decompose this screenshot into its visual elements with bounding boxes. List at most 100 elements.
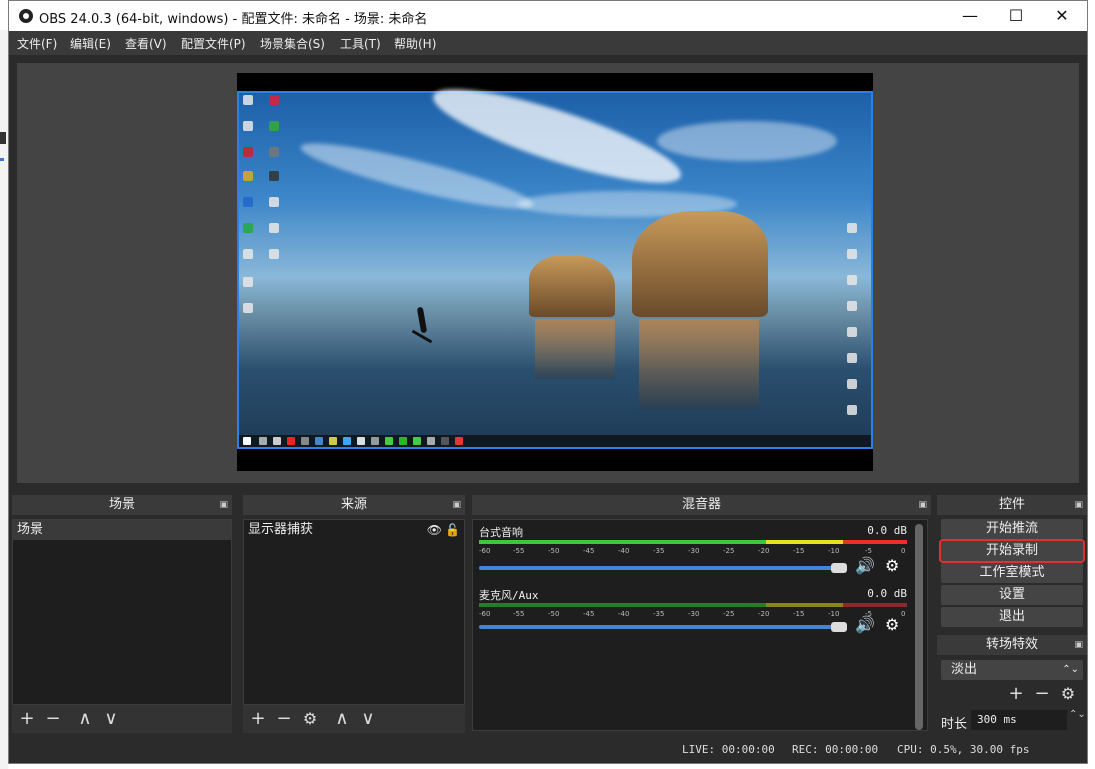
move-source-down-button[interactable]: ∨ — [357, 708, 379, 730]
menu-scene-collection[interactable]: 场景集合(S) — [260, 35, 325, 52]
sources-toolbar: + − ⚙ ∧ ∨ — [243, 705, 465, 733]
mixer-dock-header: 混音器 ▣ — [472, 495, 931, 515]
float-dock-icon[interactable]: ▣ — [1074, 495, 1083, 515]
background-accent — [0, 158, 4, 161]
remove-scene-button[interactable]: − — [42, 708, 64, 730]
window-title: OBS 24.0.3 (64-bit, windows) - 配置文件: 未命名… — [39, 12, 428, 27]
scale-tick: -30 — [688, 547, 700, 555]
menu-profile[interactable]: 配置文件(P) — [181, 35, 246, 52]
preview-area[interactable] — [17, 63, 1079, 483]
channel-settings-gear-icon[interactable]: ⚙ — [885, 615, 899, 634]
source-properties-gear-icon[interactable]: ⚙ — [299, 708, 321, 730]
transitions-dock-header: 转场特效 ▣ — [937, 635, 1087, 655]
move-scene-up-button[interactable]: ∧ — [74, 708, 96, 730]
transition-select[interactable]: 淡出 ⌃⌄ — [941, 660, 1083, 680]
volume-slider-handle[interactable] — [831, 563, 847, 573]
controls-dock-header: 控件 ▣ — [937, 495, 1087, 515]
menu-edit[interactable]: 编辑(E) — [70, 35, 111, 52]
controls-dock-title: 控件 — [998, 497, 1025, 512]
menu-tools[interactable]: 工具(T) — [340, 35, 381, 52]
sources-dock-title: 来源 — [340, 497, 367, 512]
title-bar: OBS 24.0.3 (64-bit, windows) - 配置文件: 未命名… — [9, 1, 1087, 31]
source-item-label: 显示器捕获 — [248, 522, 314, 537]
obs-logo-icon — [19, 9, 33, 23]
scale-tick: -60 — [479, 610, 491, 618]
add-scene-button[interactable]: + — [16, 708, 38, 730]
start-recording-button[interactable]: 开始录制 — [939, 539, 1085, 563]
scale-tick: -55 — [513, 610, 525, 618]
obs-window: OBS 24.0.3 (64-bit, windows) - 配置文件: 未命名… — [8, 0, 1088, 764]
move-scene-down-button[interactable]: ∨ — [100, 708, 122, 730]
menu-help[interactable]: 帮助(H) — [394, 35, 436, 52]
scale-tick: -50 — [548, 547, 560, 555]
channel-db: 0.0 dB — [867, 524, 907, 537]
scale-tick: 0 — [901, 610, 906, 618]
float-dock-icon[interactable]: ▣ — [918, 495, 927, 515]
scale-tick: -45 — [583, 547, 595, 555]
scale-tick: -20 — [758, 610, 770, 618]
add-source-button[interactable]: + — [247, 708, 269, 730]
volume-slider-handle[interactable] — [831, 622, 847, 632]
duration-spin-arrows-icon[interactable]: ⌃⌄ — [1069, 709, 1086, 720]
lock-icon[interactable]: 🔓 — [445, 520, 460, 540]
close-button[interactable]: ✕ — [1039, 1, 1085, 31]
sources-dock-header: 来源 ▣ — [243, 495, 465, 515]
settings-button[interactable]: 设置 — [941, 585, 1083, 605]
captured-taskbar — [239, 435, 871, 447]
speaker-icon[interactable]: 🔊 — [855, 556, 875, 575]
volume-slider[interactable] — [479, 625, 839, 629]
preview-canvas[interactable] — [237, 72, 873, 471]
channel-name: 麦克风/Aux — [479, 589, 539, 602]
controls-dock: 控件 ▣ 开始推流 开始录制 工作室模式 设置 退出 转场特效 ▣ 淡出 ⌃⌄ … — [937, 495, 1087, 735]
scale-tick: -35 — [653, 610, 665, 618]
scale-tick: -45 — [583, 610, 595, 618]
volume-slider[interactable] — [479, 566, 839, 570]
float-dock-icon[interactable]: ▣ — [219, 495, 228, 515]
scenes-dock: 场景 ▣ 场景 + − ∧ ∨ — [12, 495, 232, 733]
duration-input[interactable]: 300 ms — [971, 710, 1067, 730]
mixer-scrollbar[interactable] — [915, 524, 923, 730]
scale-tick: -10 — [828, 610, 840, 618]
scene-item[interactable]: 场景 — [13, 520, 231, 540]
mixer-panel: 台式音响 0.0 dB -60 -55 -50 -45 -40 -35 -30 … — [472, 519, 928, 731]
menu-view[interactable]: 查看(V) — [125, 35, 167, 52]
scale-tick: -20 — [758, 547, 770, 555]
remove-transition-button[interactable]: − — [1031, 683, 1053, 705]
transitions-dock-title: 转场特效 — [985, 637, 1038, 652]
transition-select-value: 淡出 — [951, 662, 978, 677]
source-item[interactable]: 显示器捕获 👁 🔓 — [244, 520, 464, 540]
scale-tick: -50 — [548, 610, 560, 618]
start-streaming-button[interactable]: 开始推流 — [941, 519, 1083, 539]
move-source-up-button[interactable]: ∧ — [331, 708, 353, 730]
float-dock-icon[interactable]: ▣ — [1074, 635, 1083, 655]
spin-arrows-icon[interactable]: ⌃⌄ — [1062, 660, 1079, 680]
rec-time: REC: 00:00:00 — [792, 743, 879, 756]
audio-level-meter — [479, 540, 907, 544]
add-transition-button[interactable]: + — [1005, 683, 1027, 705]
mixer-dock: 混音器 ▣ 台式音响 0.0 dB -60 -55 -50 -45 -40 -3… — [472, 495, 931, 733]
speaker-icon[interactable]: 🔊 — [855, 615, 875, 634]
scale-tick: -40 — [618, 547, 630, 555]
scenes-list[interactable]: 场景 — [12, 519, 232, 705]
scale-tick: -40 — [618, 610, 630, 618]
minimize-button[interactable]: — — [947, 1, 993, 31]
scale-tick: -35 — [653, 547, 665, 555]
float-dock-icon[interactable]: ▣ — [452, 495, 461, 515]
live-time: LIVE: 00:00:00 — [682, 743, 775, 756]
menu-file[interactable]: 文件(F) — [17, 35, 57, 52]
duration-label: 时长 — [941, 717, 968, 732]
exit-button[interactable]: 退出 — [941, 607, 1083, 627]
transition-properties-gear-icon[interactable]: ⚙ — [1057, 683, 1079, 705]
studio-mode-button[interactable]: 工作室模式 — [941, 563, 1083, 583]
channel-settings-gear-icon[interactable]: ⚙ — [885, 556, 899, 575]
sources-list[interactable]: 显示器捕获 👁 🔓 — [243, 519, 465, 705]
scale-tick: -25 — [723, 610, 735, 618]
background-window-edge — [0, 30, 8, 769]
scenes-dock-header: 场景 ▣ — [12, 495, 232, 515]
scenes-dock-title: 场景 — [108, 497, 135, 512]
maximize-button[interactable]: ☐ — [993, 1, 1039, 31]
remove-source-button[interactable]: − — [273, 708, 295, 730]
db-scale: -60 -55 -50 -45 -40 -35 -30 -25 -20 -15 … — [479, 547, 907, 557]
visibility-eye-icon[interactable]: 👁 — [427, 520, 442, 540]
mixer-scrollbar-thumb[interactable] — [915, 524, 923, 730]
